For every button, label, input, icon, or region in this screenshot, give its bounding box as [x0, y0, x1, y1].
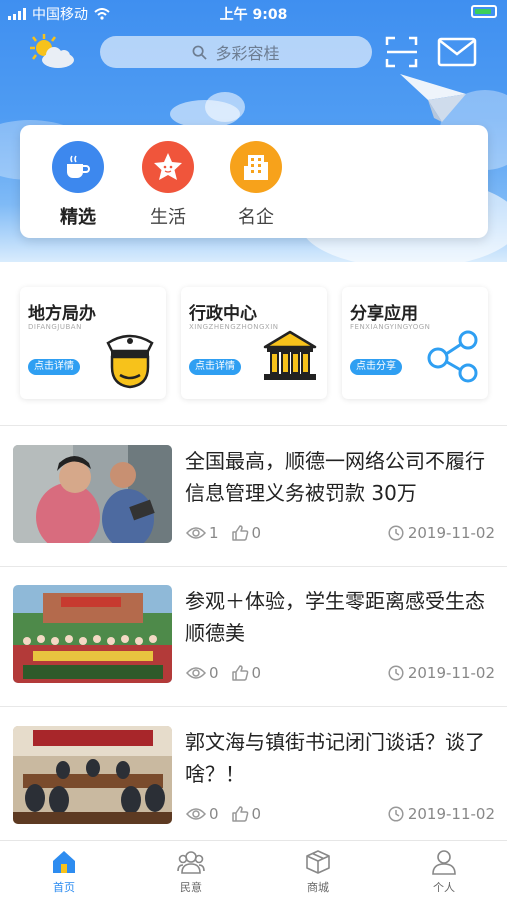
service-tile-fenxiangyingyong[interactable]: 分享应用 FENXIANGYINGYOGN 点击分享 [342, 287, 488, 399]
category-mingqi[interactable]: 名企 [218, 141, 294, 229]
category-jingxuan[interactable]: 精选 [40, 141, 116, 229]
news-meta: 1 0 2019-11-02 [186, 523, 495, 543]
service-tile-xingzhengzhongxin[interactable]: 行政中心 XINGZHENGZHONGXIN 点击详情 [181, 287, 327, 399]
bottom-tab-bar: 首页 民意 商城 个人 [0, 840, 507, 900]
like-count: 0 [251, 524, 262, 542]
battery-icon [471, 5, 497, 18]
search-icon [193, 45, 208, 60]
news-meta: 0 0 2019-11-02 [186, 663, 495, 683]
people-icon [177, 851, 205, 874]
status-bar: 中国移动 上午 9:08 [0, 0, 507, 26]
status-time: 上午 9:08 [219, 7, 288, 23]
tile-subtitle: FENXIANGYINGYOGN [350, 323, 431, 331]
tab-label: 民意 [180, 881, 202, 894]
tile-title: 地方局办 [28, 304, 96, 324]
news-item[interactable]: 全国最高，顺德一网络公司不履行信息管理义务被罚款 30万 1 0 2019-11… [0, 433, 507, 563]
clock-icon [388, 665, 404, 681]
scan-icon[interactable] [384, 34, 420, 70]
star-face-icon [142, 141, 194, 193]
government-building-icon [263, 330, 317, 380]
clock-icon [388, 806, 404, 822]
tab-geren[interactable]: 个人 [414, 849, 474, 895]
tile-title: 分享应用 [350, 304, 418, 324]
thumbs-up-icon[interactable] [231, 806, 249, 822]
news-date: 2019-11-02 [407, 805, 495, 823]
mail-icon[interactable] [437, 37, 477, 67]
tab-label: 商城 [307, 881, 329, 894]
home-icon [53, 851, 75, 873]
eye-icon [186, 527, 206, 539]
news-item[interactable]: 郭文海与镇街书记闭门谈话？谈了啥？！ 0 0 2019-11-02 [0, 714, 507, 844]
tile-share-button[interactable]: 点击分享 [350, 359, 402, 375]
meeting-room-photo [13, 726, 172, 824]
view-count: 0 [209, 664, 219, 682]
box-icon [306, 850, 330, 874]
police-officer-icon [106, 334, 154, 389]
news-meta: 0 0 2019-11-02 [186, 804, 495, 824]
thumbs-up-icon[interactable] [231, 525, 249, 541]
tab-label: 首页 [53, 881, 75, 894]
view-count: 1 [209, 524, 219, 542]
paper-plane-decoration [400, 74, 466, 122]
divider [0, 425, 507, 426]
people-with-phone-photo [13, 445, 172, 543]
search-bar[interactable]: 多彩容桂 [100, 36, 372, 68]
news-title: 郭文海与镇街书记闭门谈话？谈了啥？！ [185, 730, 485, 786]
students-group-photo [13, 585, 172, 683]
weather-sun-cloud-icon[interactable] [26, 32, 78, 72]
category-card: 精选 生活 名企 [20, 125, 488, 238]
news-title: 参观＋体验，学生零距离感受生态顺德美 [185, 589, 485, 645]
person-icon [432, 850, 456, 875]
divider [0, 566, 507, 567]
divider [0, 706, 507, 707]
category-label: 精选 [60, 207, 96, 228]
search-placeholder: 多彩容桂 [215, 44, 280, 63]
news-item[interactable]: 参观＋体验，学生零距离感受生态顺德美 0 0 2019-11-02 [0, 573, 507, 703]
service-tile-difangjuban[interactable]: 地方局办 DIFANGJUBAN 点击详情 [20, 287, 166, 399]
eye-icon [186, 808, 206, 820]
tile-detail-button[interactable]: 点击详情 [28, 359, 80, 375]
tab-shangcheng[interactable]: 商城 [288, 849, 348, 895]
like-count: 0 [251, 664, 262, 682]
clock-icon [388, 525, 404, 541]
tab-home[interactable]: 首页 [34, 849, 94, 895]
news-date: 2019-11-02 [407, 664, 495, 682]
share-icon [427, 330, 478, 383]
thumbs-up-icon[interactable] [231, 665, 249, 681]
category-label: 生活 [150, 207, 186, 228]
eye-icon [186, 667, 206, 679]
coffee-icon [52, 141, 104, 193]
tile-detail-button[interactable]: 点击详情 [189, 359, 241, 375]
like-count: 0 [251, 805, 262, 823]
tile-title: 行政中心 [189, 304, 257, 324]
category-label: 名企 [238, 207, 274, 228]
tab-minyi[interactable]: 民意 [161, 849, 221, 895]
news-date: 2019-11-02 [407, 524, 495, 542]
news-title: 全国最高，顺德一网络公司不履行信息管理义务被罚款 30万 [185, 449, 485, 505]
tile-subtitle: DIFANGJUBAN [28, 323, 82, 331]
view-count: 0 [209, 805, 219, 823]
category-shenghuo[interactable]: 生活 [130, 141, 206, 229]
tab-label: 个人 [433, 881, 455, 894]
building-icon [230, 141, 282, 193]
